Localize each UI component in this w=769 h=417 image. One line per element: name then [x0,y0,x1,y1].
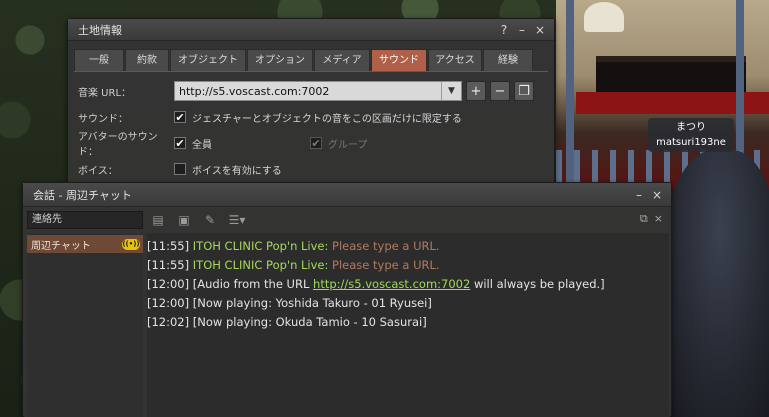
voice-enable-label: ボイスを有効にする [192,165,282,177]
message-text: [Now playing: Yoshida Takuro - 01 Ryusei… [189,296,432,310]
avatar-sound-label: アバターのサウンド： [78,132,158,158]
tab-objects[interactable]: オブジェクト [170,49,246,71]
sound-restrict-label: ジェスチャーとオブジェクトの音をこの区画だけに限定する [192,113,462,125]
chat-message: [12:02] [Now playing: Okuda Tamio - 10 S… [147,313,669,332]
chat-window-title: 会話 - 周辺チャット [33,188,132,202]
tab-options[interactable]: オプション [247,49,313,71]
tab-access[interactable]: アクセス [428,49,482,71]
land-window-titlebar[interactable]: 土地情報 ? – × [68,19,554,41]
tab-sound[interactable]: サウンド [371,49,427,71]
message-text: Please type a URL. [328,239,440,253]
minus-icon: − [494,83,506,99]
tab-general[interactable]: 一般 [74,49,124,71]
options-menu-icon[interactable]: ☰▾ [225,212,249,228]
close-conversation-icon[interactable]: × [654,212,663,226]
land-window-title: 土地情報 [78,23,122,37]
tab-covenant[interactable]: 約款 [125,49,169,71]
chevron-down-icon[interactable]: ▼ [441,82,461,100]
group-checkbox[interactable]: ✔ [310,137,322,149]
voice-label: ボイス： [78,165,118,177]
everyone-checkbox[interactable]: ✔ [174,137,186,149]
remove-url-button[interactable]: − [490,81,510,101]
contacts-header: 連絡先 [27,211,143,229]
contacts-list: 周辺チャット ((•)) [27,233,143,417]
chat-message: [11:55] ITOH CLINIC Pop'n Live: Please t… [147,256,669,275]
chat-bubbles-icon[interactable]: ▤ [149,212,167,228]
message-time: [11:55] [147,239,190,253]
table [596,56,746,96]
message-time: [11:55] [147,258,190,272]
close-icon[interactable]: × [532,23,548,37]
close-icon[interactable]: × [649,188,665,202]
voice-enable-checkbox[interactable] [174,163,186,175]
list-item-nearby-chat[interactable]: 周辺チャット ((•)) [27,235,143,253]
chat-message: [11:55] ITOH CLINIC Pop'n Live: Please t… [147,237,669,256]
music-url-row: 音楽 URL： http://s5.voscast.com:7002 ▼ + −… [74,78,548,104]
sound-panel: 音楽 URL： http://s5.voscast.com:7002 ▼ + −… [74,71,548,182]
message-speaker[interactable]: ITOH CLINIC Pop'n Live: [193,239,329,253]
message-time: [12:00] [147,277,190,291]
land-info-window: 土地情報 ? – × 一般 約款 オブジェクト オプション メディア サウンド … [67,18,555,190]
sound-restrict-checkbox[interactable]: ✔ [174,111,186,123]
message-text: [Now playing: Okuda Tamio - 10 Sasurai] [189,315,427,329]
group-label: グループ [328,139,368,151]
sound-label: サウンド： [78,113,128,125]
copy-icon: ❐ [518,83,530,99]
minimize-icon[interactable]: – [514,23,530,37]
chat-history[interactable]: [11:55] ITOH CLINIC Pop'n Live: Please t… [147,233,669,417]
tab-media[interactable]: メディア [314,49,370,71]
message-text: [Audio from the URL [189,277,314,291]
help-icon[interactable]: ? [496,23,512,37]
message-speaker[interactable]: ITOH CLINIC Pop'n Live: [193,258,329,272]
chat-side-buttons: ⧉ × [640,212,663,226]
copy-url-button[interactable]: ❐ [514,81,534,101]
edit-icon[interactable]: ✎ [201,212,219,228]
chat-window-titlebar[interactable]: 会話 - 周辺チャット – × [23,183,671,207]
tear-off-icon[interactable]: ⧉ [640,212,648,226]
message-time: [12:02] [147,315,190,329]
tab-experiences[interactable]: 経験 [483,49,533,71]
lamp [584,2,624,32]
nametag-display-name: まつり [676,122,706,133]
voice-indicator-icon: ((•)) [122,238,140,250]
nametag-username: matsuri193ne [656,137,726,148]
avatar-sound-row: アバターのサウンド： ✔ 全員 ✔ グループ [74,130,548,158]
message-text: will always be played.] [470,277,605,291]
message-link[interactable]: http://s5.voscast.com:7002 [313,277,470,291]
conversation-window: 会話 - 周辺チャット – × 連絡先 ▤ ▣ ✎ ☰▾ ⧉ × 周辺チャット … [22,182,672,417]
chat-message: [12:00] [Now playing: Yoshida Takuro - 0… [147,294,669,313]
minimize-icon[interactable]: – [631,188,647,202]
plus-icon: + [470,83,482,99]
music-url-label: 音楽 URL： [78,87,132,99]
message-time: [12:00] [147,296,190,310]
im-icon[interactable]: ▣ [175,212,193,228]
sound-row: サウンド： ✔ ジェスチャーとオブジェクトの音をこの区画だけに限定する [74,104,548,130]
everyone-label: 全員 [192,139,212,151]
voice-row: ボイス： ボイスを有効にする [74,156,548,182]
land-tabs: 一般 約款 オブジェクト オプション メディア サウンド アクセス 経験 [68,41,554,71]
avatar-nametag: まつり matsuri193ne [648,118,734,152]
message-text: Please type a URL. [328,258,440,272]
avatar-figure[interactable] [660,150,769,417]
chat-message: [12:00] [Audio from the URL http://s5.vo… [147,275,669,294]
music-url-input[interactable]: http://s5.voscast.com:7002 [179,85,441,98]
contact-label: 周辺チャット [31,240,91,252]
add-url-button[interactable]: + [466,81,486,101]
music-url-combo[interactable]: http://s5.voscast.com:7002 ▼ [174,81,462,101]
